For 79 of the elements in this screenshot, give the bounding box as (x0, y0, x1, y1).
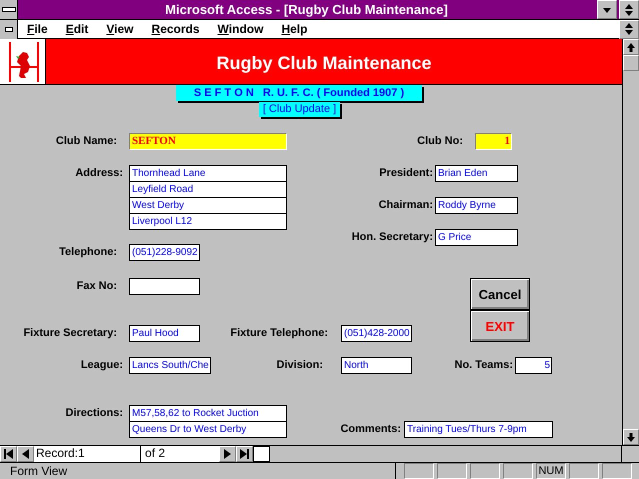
input-field[interactable] (129, 278, 200, 295)
input-field[interactable]: SEFTON (129, 133, 287, 150)
input-field[interactable]: Leyfield Road (129, 181, 287, 198)
field-label: Telephone: (59, 245, 117, 260)
menu-item[interactable]: Records (150, 22, 208, 36)
document-menu-button[interactable] (0, 20, 18, 38)
field-label: Comments: (340, 422, 401, 437)
field-label: Fixture Telephone: (230, 326, 328, 341)
menu-item[interactable]: View (105, 22, 142, 36)
right-triangle-icon (224, 449, 232, 459)
field-label: Fax No: (76, 279, 117, 294)
field-label: Address: (75, 166, 123, 181)
field-label: Fixture Secretary: (23, 326, 117, 341)
num-lock-indicator: NUM (536, 463, 566, 479)
status-panel (602, 463, 632, 479)
club-banner: S E F T O N R. U. F. C. ( Founded 1907 ) (176, 85, 422, 101)
record-number-field[interactable]: 1 (78, 446, 142, 462)
up-down-triangle-icon (624, 2, 634, 16)
input-field[interactable]: (051)428-2000 (341, 325, 412, 342)
input-field[interactable]: G Price (435, 229, 518, 246)
form-title: Rugby Club Maintenance (215, 52, 432, 74)
field-label: Directions: (66, 406, 123, 421)
down-arrow-icon (627, 432, 635, 442)
menu-item[interactable]: File (26, 22, 56, 36)
field-label: Hon. Secretary: (352, 230, 433, 245)
cancel-button[interactable]: Cancel (470, 278, 530, 310)
field-label: Division: (276, 358, 323, 373)
input-field[interactable]: Paul Hood (129, 325, 200, 342)
record-count: of 2 (141, 446, 220, 462)
input-field[interactable]: North (341, 357, 412, 374)
input-field[interactable]: M57,58,62 to Rocket Juction (129, 405, 287, 422)
input-field[interactable]: 5 (515, 357, 552, 374)
left-triangle-icon (22, 449, 29, 459)
restore-button[interactable] (619, 20, 639, 38)
status-panel (569, 463, 599, 479)
status-panel (437, 463, 467, 479)
input-field[interactable]: Training Tues/Thurs 7-9pm (404, 421, 553, 438)
input-field[interactable]: West Derby (129, 197, 287, 214)
status-text: Form View (9, 464, 68, 478)
input-field[interactable]: Queens Dr to West Derby (129, 421, 287, 438)
system-menu-button[interactable] (0, 0, 18, 19)
field-label: President: (379, 166, 433, 181)
down-triangle-icon (602, 6, 612, 14)
form-subtitle: [ Club Update ] (259, 102, 340, 117)
previous-record-button[interactable] (17, 446, 34, 462)
menu-item[interactable]: Window (216, 22, 272, 36)
up-arrow-icon (627, 42, 635, 52)
up-down-triangle-icon (624, 22, 634, 36)
input-field[interactable]: Roddy Byrne (435, 197, 518, 214)
input-field[interactable]: Thornhead Lane (129, 165, 287, 182)
input-field[interactable]: Liverpool L12 (129, 213, 287, 230)
field-label: Chairman: (378, 198, 433, 213)
status-panel (404, 463, 434, 479)
field-label: League: (80, 358, 123, 373)
last-record-button[interactable] (236, 446, 254, 462)
record-label: Record: (34, 446, 78, 462)
input-field[interactable]: 1 (475, 133, 512, 150)
vertical-scrollbar[interactable] (622, 39, 639, 445)
status-panel (470, 463, 500, 479)
window-title: Microsoft Access - [Rugby Club Maintenance] (164, 2, 449, 17)
menu-item[interactable]: Edit (64, 22, 96, 36)
minimize-button[interactable] (597, 0, 617, 19)
input-field[interactable]: (051)228-9092 (129, 244, 200, 261)
restore-button[interactable] (619, 0, 639, 19)
input-field[interactable]: Brian Eden (435, 165, 518, 182)
field-label: No. Teams: (454, 358, 513, 373)
next-record-button[interactable] (219, 446, 236, 462)
field-label: Club No: (417, 134, 463, 149)
first-icon (4, 449, 13, 459)
status-panel (503, 463, 533, 479)
scroll-up-button[interactable] (623, 39, 639, 55)
first-record-button[interactable] (0, 446, 17, 462)
field-label: Club Name: (56, 134, 117, 149)
new-record-button[interactable] (253, 446, 270, 462)
last-icon (240, 449, 250, 459)
menu-item[interactable]: Help (280, 22, 316, 36)
scroll-down-button[interactable] (623, 429, 639, 445)
scroll-thumb[interactable] (623, 55, 639, 71)
input-field[interactable]: Lancs South/Che (129, 357, 211, 374)
